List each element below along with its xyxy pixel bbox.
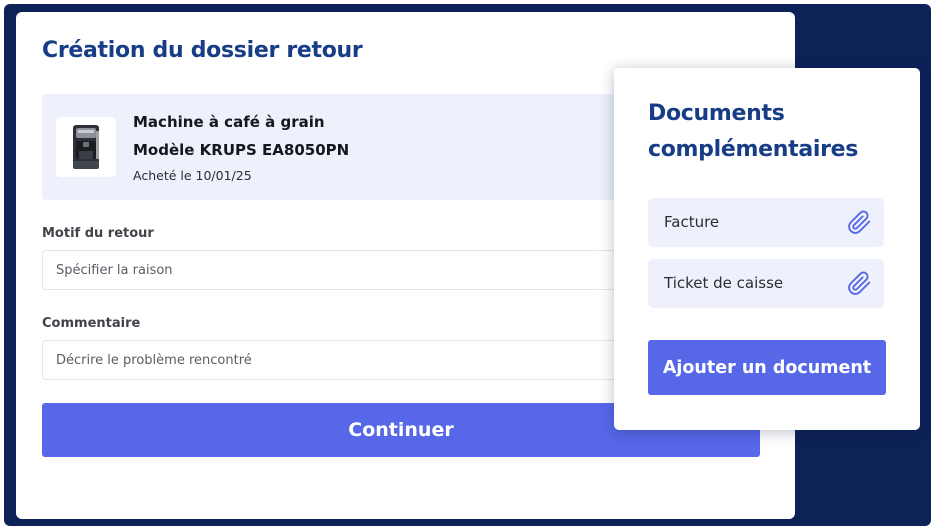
comment-label: Commentaire: [42, 316, 141, 331]
product-name: Machine à café à grain: [133, 113, 325, 131]
document-item-label: Ticket de caisse: [664, 274, 784, 292]
product-model: Modèle KRUPS EA8050PN: [133, 141, 350, 159]
document-item-label: Facture: [664, 213, 720, 231]
documents-title: Documents complémentaires: [648, 96, 858, 168]
paperclip-icon[interactable]: [847, 271, 872, 296]
documents-title-line1: Documents: [648, 101, 785, 126]
page-title: Création du dossier retour: [42, 38, 363, 63]
add-document-button[interactable]: Ajouter un document: [648, 340, 886, 395]
product-image: [56, 117, 116, 177]
document-item-invoice[interactable]: Facture: [648, 198, 884, 247]
documents-title-line2: complémentaires: [648, 137, 859, 162]
document-item-receipt[interactable]: Ticket de caisse: [648, 259, 884, 308]
additional-documents-panel: Documents complémentaires Facture Ticket…: [614, 68, 920, 430]
paperclip-icon[interactable]: [847, 210, 872, 235]
purchase-date: Acheté le 10/01/25: [133, 168, 252, 183]
reason-label: Motif du retour: [42, 226, 154, 241]
coffee-machine-icon: [73, 125, 99, 169]
